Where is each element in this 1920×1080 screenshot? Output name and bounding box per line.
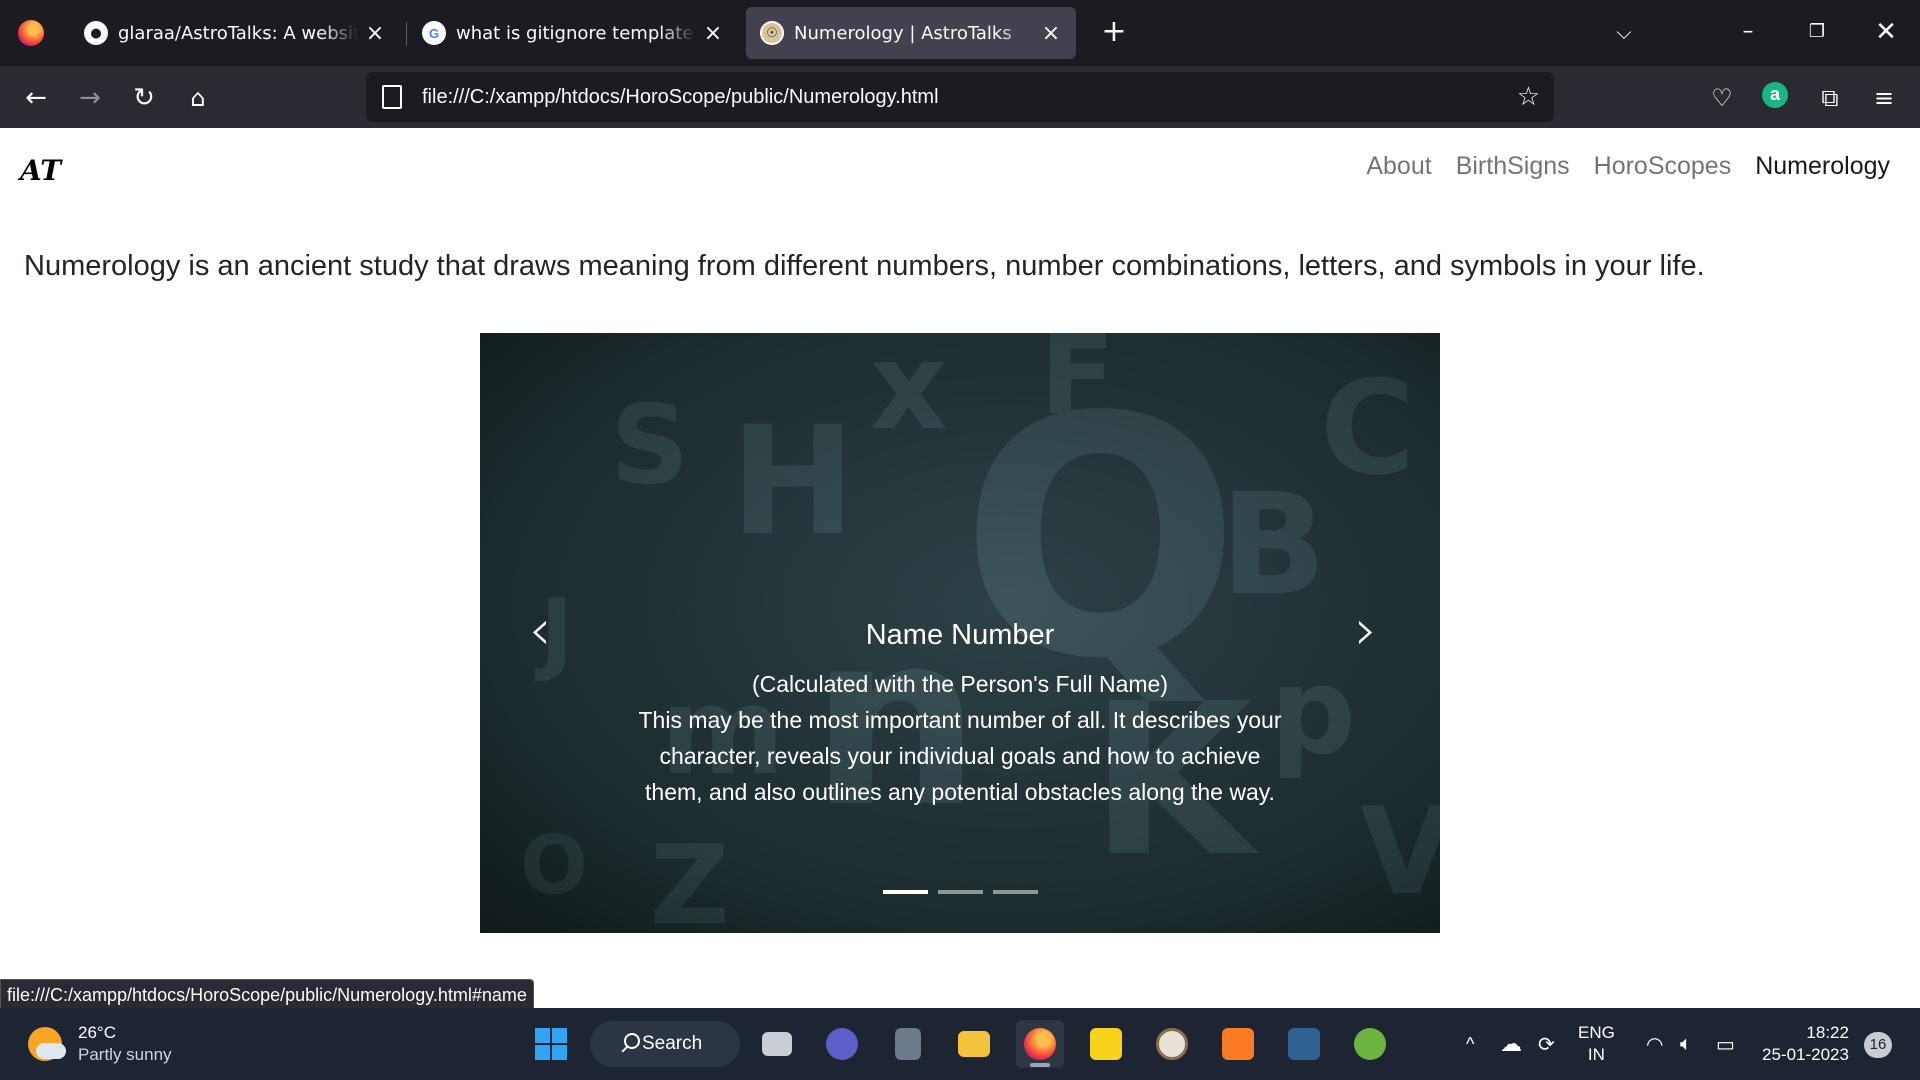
carousel-prev-icon[interactable]: ‹ (510, 603, 570, 663)
tab-title: Numerology | AstroTalks (794, 22, 1012, 44)
onedrive-icon[interactable]: ☁ (1500, 1008, 1522, 1080)
slide-description: This may be the most important number of… (638, 707, 1282, 805)
start-button[interactable] (527, 1020, 575, 1068)
clock-date: 25-01-2023 (1762, 1045, 1849, 1064)
weather-widget[interactable]: 26°C Partly sunny (28, 1022, 172, 1066)
tab-numerology[interactable]: ☉ Numerology | AstroTalks × (746, 7, 1076, 59)
task-view-button[interactable] (753, 1020, 801, 1068)
google-icon: G (422, 21, 446, 45)
sticky-notes-icon (1090, 1028, 1122, 1060)
carousel-caption: Name Number (Calculated with the Person'… (635, 619, 1285, 810)
tab-title: glaraa/AstroTalks: A website wh (118, 22, 358, 44)
numerology-carousel: S H Q B J m n K Z p x F C O V ‹ › Name N… (480, 333, 1440, 933)
lang-region: IN (1587, 1045, 1605, 1064)
tab-title: what is gitignore template - Go (456, 22, 696, 44)
carousel-indicator-1[interactable] (882, 890, 928, 894)
nav-link-numerology[interactable]: Numerology (1755, 152, 1890, 181)
back-icon[interactable]: ← (18, 80, 54, 116)
reload-icon[interactable]: ↻ (126, 80, 162, 116)
volume-icon[interactable]: 🔈︎ (1680, 1008, 1692, 1080)
search-label: Search (642, 1033, 703, 1054)
weather-condition: Partly sunny (78, 1045, 172, 1064)
folder-icon (958, 1031, 990, 1057)
slide-subtitle: (Calculated with the Person's Full Name) (752, 671, 1168, 697)
firefox-menu-icon[interactable] (0, 0, 62, 66)
account-avatar[interactable]: a (1762, 82, 1788, 108)
windows-logo-icon (535, 1028, 567, 1060)
new-tab-icon[interactable]: + (1096, 14, 1132, 50)
battery-icon[interactable]: ▭ (1716, 1008, 1735, 1080)
search-icon (624, 1033, 640, 1049)
sticky-notes-button[interactable] (1082, 1020, 1130, 1068)
xampp-icon (1222, 1028, 1254, 1060)
nav-link-birthsigns[interactable]: BirthSigns (1456, 152, 1570, 181)
app-menu-icon[interactable]: ≡ (1866, 80, 1902, 116)
compass-app-button[interactable] (1148, 1020, 1196, 1068)
file-explorer-button[interactable] (950, 1020, 998, 1068)
tab-github[interactable]: ● glaraa/AstroTalks: A website wh × (70, 7, 400, 59)
pocket-icon[interactable]: ♡ (1704, 80, 1740, 116)
task-view-icon (762, 1032, 792, 1056)
url-text[interactable]: file:///C:/xampp/htdocs/HoroScope/public… (422, 86, 939, 109)
partly-sunny-icon (28, 1027, 66, 1061)
language-indicator[interactable]: ENG IN (1578, 1022, 1615, 1066)
home-icon[interactable]: ⌂ (180, 80, 216, 116)
list-all-tabs-icon[interactable]: ⌵ (1604, 14, 1644, 50)
system-clock[interactable]: 18:22 25-01-2023 (1762, 1022, 1849, 1066)
chat-icon (826, 1028, 858, 1060)
carousel-indicator-3[interactable] (992, 890, 1038, 894)
carousel-indicators (480, 890, 1440, 894)
compass-icon (1156, 1028, 1188, 1060)
minimize-icon[interactable]: – (1728, 14, 1768, 50)
tab-google[interactable]: G what is gitignore template - Go × (408, 7, 738, 59)
close-tab-icon[interactable]: × (702, 21, 724, 46)
notification-badge[interactable]: 16 (1864, 1032, 1892, 1058)
astrotalks-icon: ☉ (760, 21, 784, 45)
close-tab-icon[interactable]: × (1040, 21, 1062, 46)
firefox-icon (1024, 1028, 1056, 1060)
teams-chat-button[interactable] (818, 1020, 866, 1068)
close-window-icon[interactable]: ✕ (1866, 14, 1906, 50)
calculator-icon (895, 1028, 921, 1060)
carousel-next-icon[interactable]: › (1336, 603, 1396, 663)
browser-tabbar: ● glaraa/AstroTalks: A website wh × G wh… (0, 0, 1920, 66)
firefox-taskbar-button[interactable] (1016, 1020, 1064, 1068)
forward-icon[interactable]: → (72, 80, 108, 116)
extensions-icon[interactable]: ⧉ (1812, 80, 1848, 116)
close-tab-icon[interactable]: × (364, 21, 386, 46)
spring-tool-button[interactable] (1346, 1020, 1394, 1068)
weather-temp: 26°C (78, 1023, 116, 1042)
browser-toolbar: ← → ↻ ⌂ file:///C:/xampp/htdocs/HoroScop… (0, 66, 1920, 128)
nav-link-horoscopes[interactable]: HoroScopes (1594, 152, 1732, 181)
sync-icon[interactable]: ⟳ (1538, 1008, 1555, 1080)
wifi-icon[interactable]: ◠ (1646, 1008, 1663, 1080)
lang-code: ENG (1578, 1023, 1615, 1042)
page-icon (382, 85, 402, 109)
tab-separator (406, 22, 407, 46)
clock-time: 18:22 (1806, 1023, 1849, 1042)
url-bar[interactable]: file:///C:/xampp/htdocs/HoroScope/public… (366, 72, 1554, 122)
restore-icon[interactable]: ❐ (1797, 14, 1837, 50)
nav-link-about[interactable]: About (1366, 152, 1431, 181)
workbench-icon (1288, 1028, 1320, 1060)
windows-taskbar: 26°C Partly sunny Search ^ ☁ ⟳ ENG IN ◠ … (0, 1008, 1920, 1080)
site-navbar: AT About BirthSigns HoroScopes Numerolog… (0, 128, 1920, 216)
xampp-button[interactable] (1214, 1020, 1262, 1068)
calculator-button[interactable] (884, 1020, 932, 1068)
link-status-bar: file:///C:/xampp/htdocs/HoroScope/public… (0, 979, 534, 1009)
slide-title: Name Number (865, 619, 1055, 651)
intro-text: Numerology is an ancient study that draw… (24, 250, 1705, 282)
site-menu: About BirthSigns HoroScopes Numerology (1366, 152, 1890, 181)
taskbar-search[interactable]: Search (590, 1021, 740, 1067)
bookmark-star-icon[interactable]: ☆ (1517, 82, 1540, 112)
github-icon: ● (84, 21, 108, 45)
carousel-indicator-2[interactable] (937, 890, 983, 894)
mysql-workbench-button[interactable] (1280, 1020, 1328, 1068)
brand-logo[interactable]: AT (20, 154, 61, 187)
show-hidden-icons-icon[interactable]: ^ (1466, 1008, 1474, 1080)
leaf-icon (1354, 1028, 1386, 1060)
